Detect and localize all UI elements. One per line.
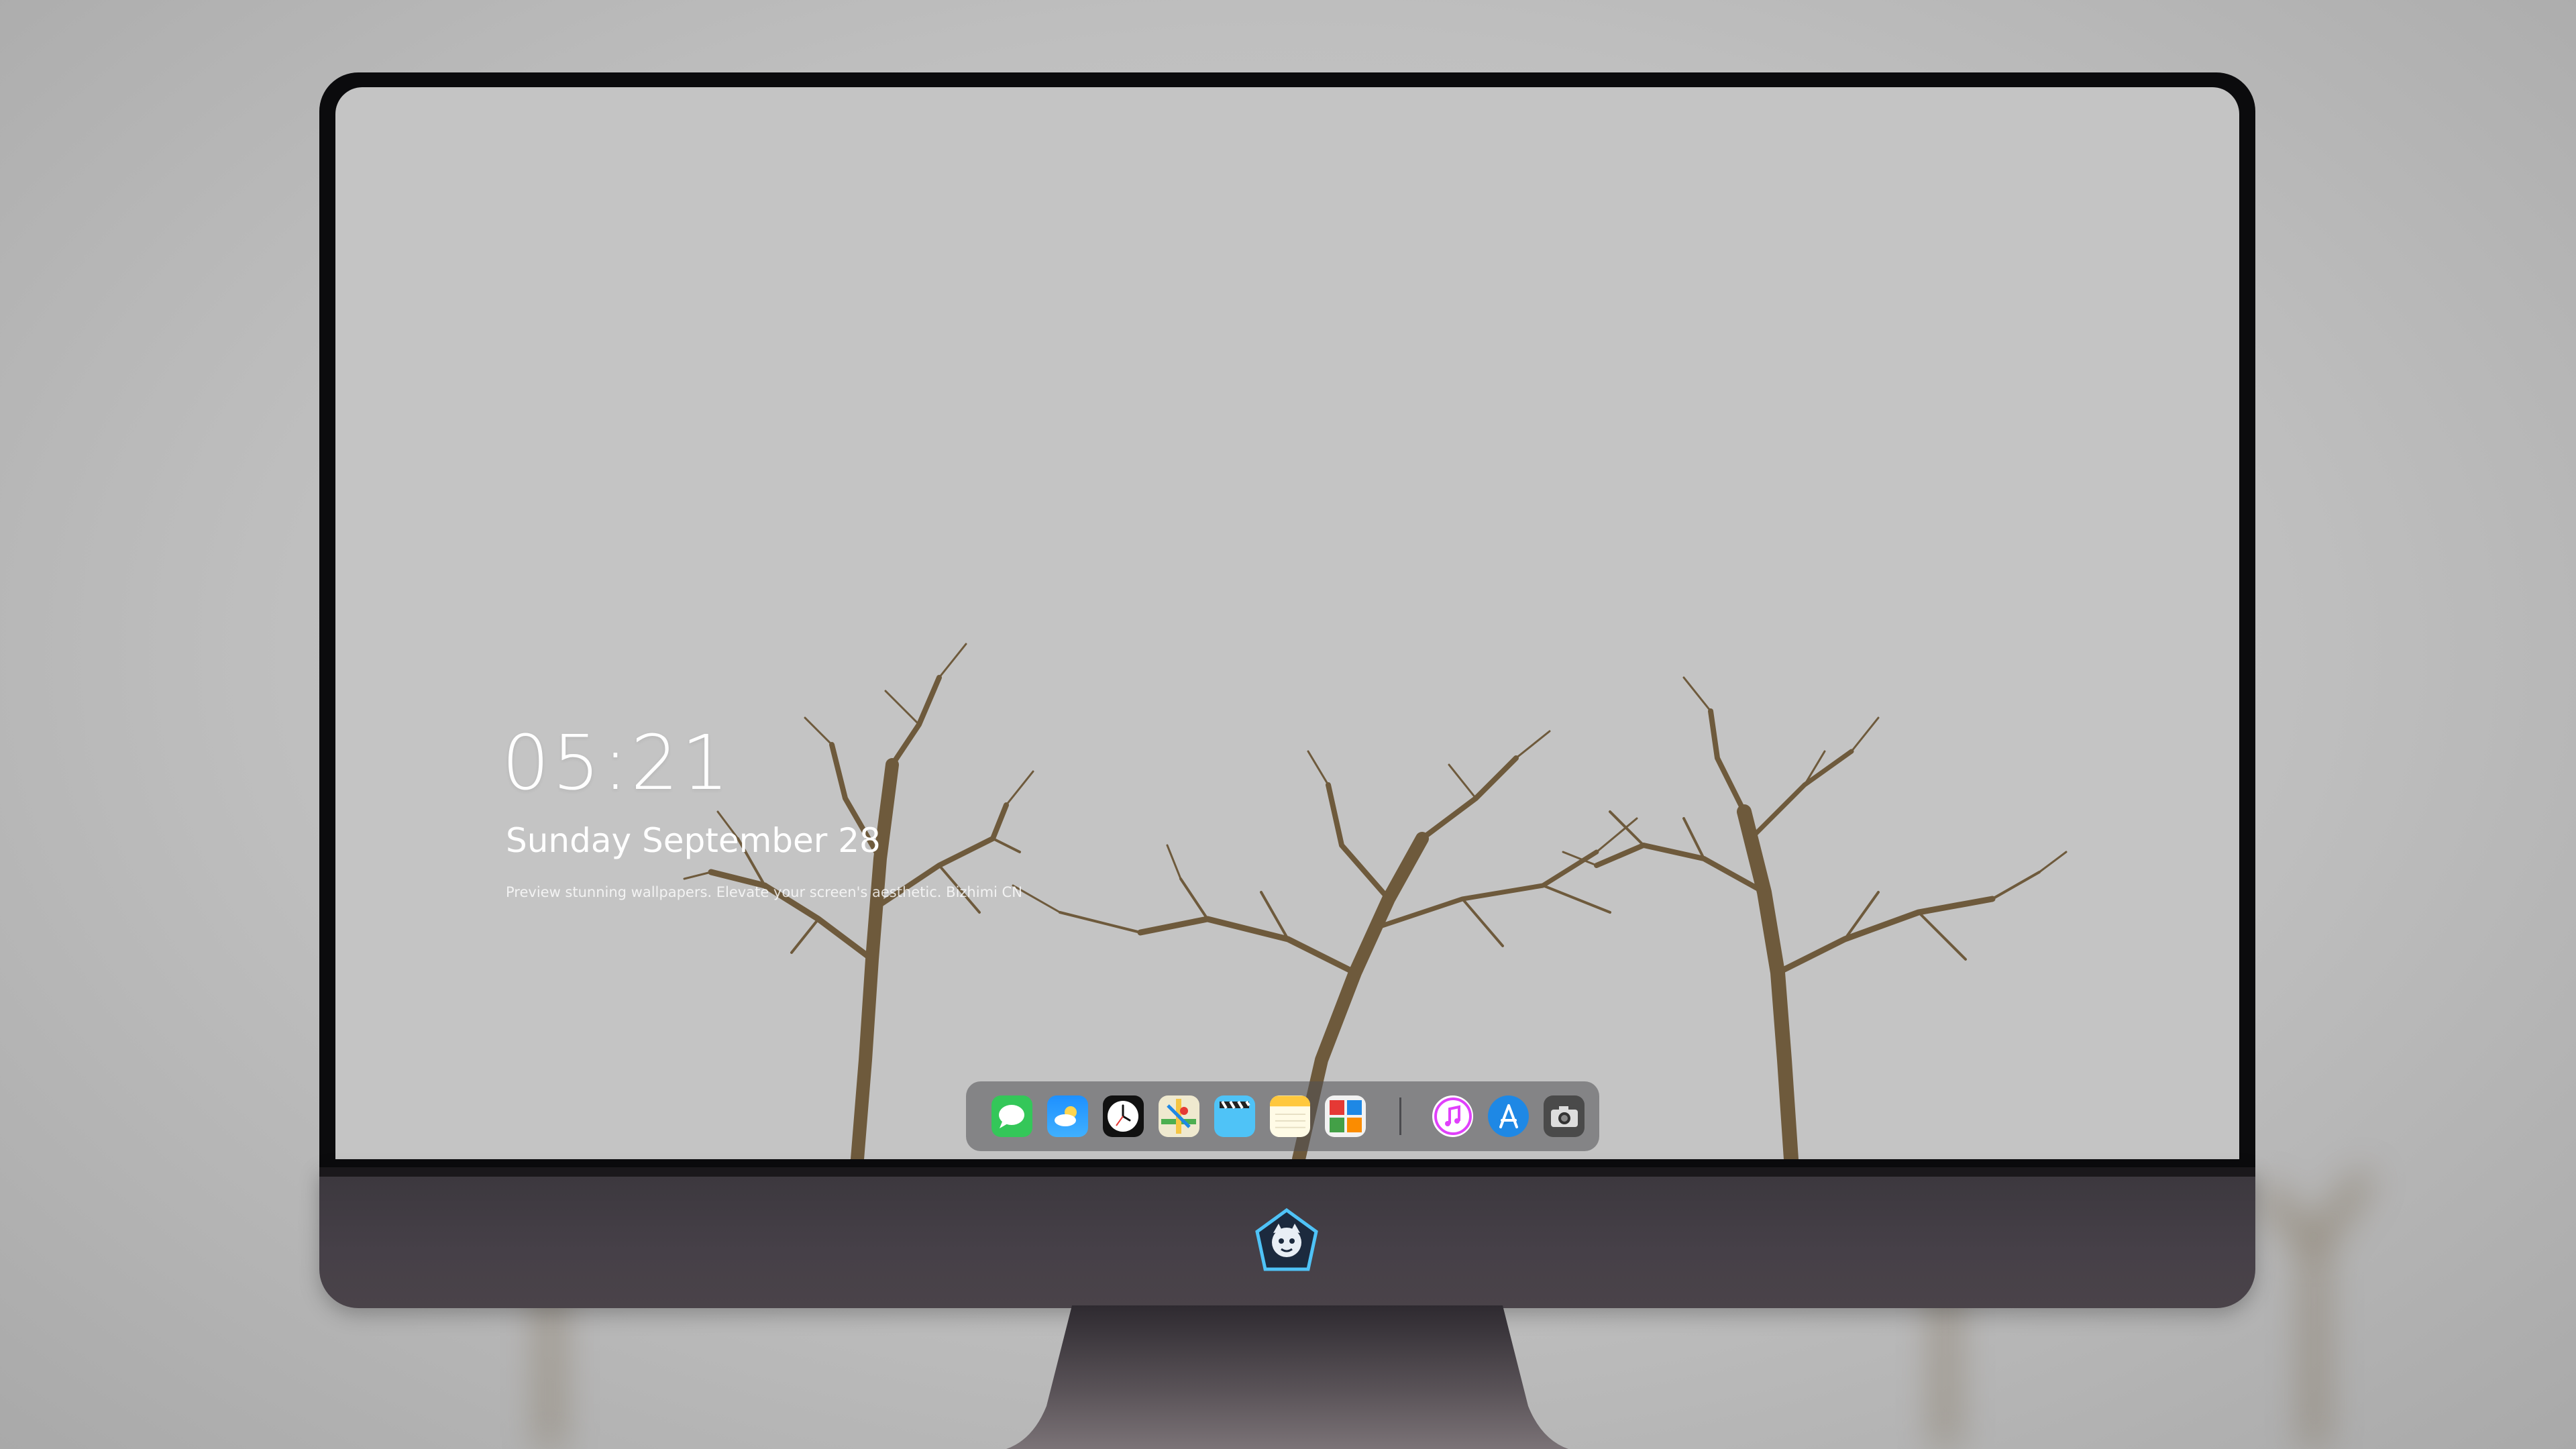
clock-icon[interactable]	[1102, 1095, 1144, 1137]
chin-divider	[319, 1167, 2255, 1177]
music-icon[interactable]	[1432, 1095, 1474, 1137]
wallpaper-tagline: Preview stunning wallpapers. Elevate you…	[506, 884, 1022, 900]
monitor-chin	[319, 1167, 2255, 1308]
notes-icon[interactable]	[1269, 1095, 1311, 1137]
lockscreen-time: 05:21	[502, 720, 732, 807]
wallpaper-trees	[683, 643, 2068, 1159]
messages-icon[interactable]	[991, 1095, 1032, 1137]
weather-icon[interactable]	[1046, 1095, 1088, 1137]
video-clapper-icon[interactable]	[1214, 1095, 1255, 1137]
photo-booth-icon[interactable]	[1325, 1095, 1366, 1137]
monitor-bezel	[319, 72, 2255, 1167]
maps-icon[interactable]	[1158, 1095, 1199, 1137]
lockscreen-date: Sunday September 28	[506, 821, 881, 860]
desktop-screen[interactable]	[335, 87, 2239, 1159]
app-store-icon[interactable]	[1488, 1095, 1529, 1137]
dock	[966, 1081, 1599, 1151]
dock-separator	[1399, 1097, 1402, 1135]
monitor-stand	[1006, 1305, 1568, 1449]
mascot-logo-icon	[1255, 1208, 1318, 1271]
camera-icon[interactable]	[1544, 1095, 1585, 1137]
